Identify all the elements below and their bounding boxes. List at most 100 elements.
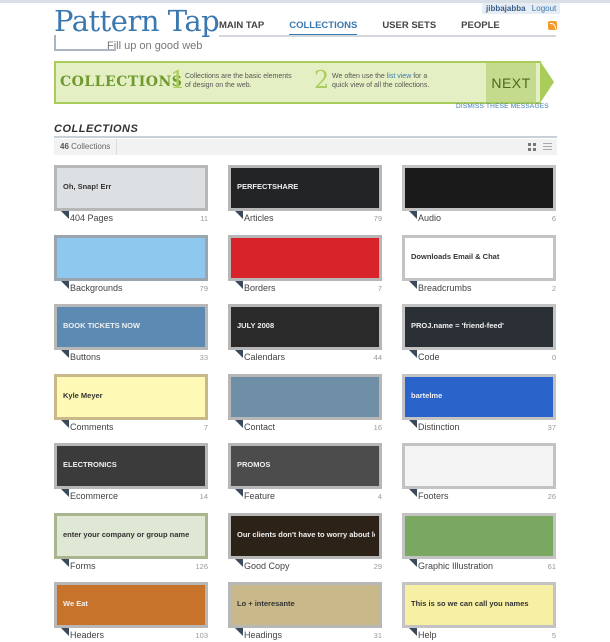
list-view-icon[interactable] <box>543 143 552 151</box>
collection-tile[interactable]: Footers 26 <box>402 443 556 503</box>
collection-thumbnail[interactable]: Our clients don't have to worry about le… <box>228 512 382 559</box>
collection-tile[interactable]: Kyle Meyer Comments 7 <box>54 373 208 434</box>
collection-tile[interactable]: Backgrounds 79 <box>54 234 208 295</box>
thumbnail-caption: PROJ.name = 'friend-feed' <box>411 321 504 330</box>
banner-step1-text: Collections are the basic elements of de… <box>185 73 292 89</box>
collection-thumbnail[interactable]: Lo + interesante <box>228 582 382 628</box>
collection-count-badge: 33 <box>199 353 208 362</box>
collection-count-badge: 4 <box>377 492 382 501</box>
collection-name[interactable]: Feature <box>244 491 275 501</box>
collection-name[interactable]: Headers <box>70 630 104 640</box>
collection-tile[interactable]: Downloads Email & Chat Breadcrumbs 2 <box>402 234 556 295</box>
collection-tile[interactable]: PERFECTSHARE Articles 79 <box>228 165 382 225</box>
collection-thumbnail[interactable]: bartelme <box>402 373 556 420</box>
thumbnail-caption: Lo + interesante <box>237 599 295 608</box>
collection-name[interactable]: 404 Pages <box>70 213 113 223</box>
collection-name[interactable]: Calendars <box>244 352 285 362</box>
logout-link[interactable]: Logout <box>532 4 556 13</box>
tile-flag-icon <box>409 628 417 636</box>
rss-icon[interactable] <box>548 21 557 30</box>
collection-name[interactable]: Distinction <box>418 422 460 432</box>
collection-name[interactable]: Ecommerce <box>70 491 118 501</box>
thumbnail-caption: Oh, Snap! Err <box>63 182 112 191</box>
collection-tile[interactable]: Borders 7 <box>228 234 382 295</box>
nav-user-sets[interactable]: USER SETS <box>382 20 436 36</box>
collection-name[interactable]: Code <box>418 352 440 362</box>
collection-name[interactable]: Borders <box>244 283 276 293</box>
collection-thumbnail[interactable] <box>54 234 208 281</box>
collection-tile[interactable]: Graphic Illustration 61 <box>402 512 556 573</box>
collection-tile[interactable]: enter your company or group name Forms 126 <box>54 512 208 573</box>
collection-tile[interactable]: Contact 16 <box>228 373 382 434</box>
tile-flag-icon <box>235 628 243 636</box>
collection-thumbnail[interactable] <box>228 234 382 281</box>
tile-flag-icon <box>61 558 69 567</box>
thumbnail-caption: We Eat <box>63 599 88 608</box>
collection-name[interactable]: Graphic Illustration <box>418 561 493 571</box>
collection-count-badge: 7 <box>377 283 382 293</box>
tile-flag-icon <box>235 419 243 428</box>
collection-name[interactable]: Headings <box>244 630 282 640</box>
collection-tile[interactable]: This is so we can call you names Help 5 <box>402 582 556 642</box>
nav-main-tap[interactable]: MAIN TAP <box>219 20 264 36</box>
collection-name[interactable]: Help <box>418 630 437 640</box>
collection-name[interactable]: Backgrounds <box>70 283 123 293</box>
collection-tile[interactable]: Audio 6 <box>402 165 556 225</box>
collection-thumbnail[interactable]: PERFECTSHARE <box>228 165 382 211</box>
grid-view-icon[interactable] <box>528 143 536 151</box>
collection-name[interactable]: Comments <box>70 422 114 432</box>
collection-thumbnail[interactable] <box>402 512 556 559</box>
tile-flag-icon <box>235 350 243 358</box>
collection-thumbnail[interactable]: Kyle Meyer <box>54 373 208 420</box>
banner-arrow <box>540 61 554 103</box>
collection-thumbnail[interactable]: PROMOS <box>228 443 382 489</box>
collection-thumbnail[interactable] <box>402 165 556 211</box>
collection-thumbnail[interactable]: We Eat <box>54 582 208 628</box>
collection-name[interactable]: Contact <box>244 422 275 432</box>
collection-tile[interactable]: BOOK TICKETS NOW Buttons 33 <box>54 304 208 364</box>
thumbnail-caption: Downloads Email & Chat <box>411 251 500 261</box>
collection-tile[interactable]: We Eat Headers 103 <box>54 582 208 642</box>
collection-tile[interactable]: Lo + interesante Headings 31 <box>228 582 382 642</box>
site-logo[interactable]: Pattern Tap <box>54 4 220 38</box>
collection-thumbnail[interactable] <box>402 443 556 489</box>
collection-name[interactable]: Footers <box>418 491 449 501</box>
collection-count-badge: 26 <box>547 492 556 501</box>
tile-flag-icon <box>409 350 417 358</box>
collection-thumbnail[interactable]: JULY 2008 <box>228 304 382 350</box>
collection-tile[interactable]: Our clients don't have to worry about le… <box>228 512 382 573</box>
collection-name[interactable]: Forms <box>70 561 96 571</box>
collection-count-badge: 29 <box>373 561 382 571</box>
collection-thumbnail[interactable]: enter your company or group name <box>54 512 208 559</box>
collection-name[interactable]: Good Copy <box>244 561 290 571</box>
collection-count-badge: 7 <box>203 422 208 432</box>
collection-thumbnail[interactable]: This is so we can call you names <box>402 582 556 628</box>
collection-name[interactable]: Breadcrumbs <box>418 283 472 293</box>
nav-people[interactable]: PEOPLE <box>461 20 500 36</box>
dismiss-messages-link[interactable]: DISMISS THESE MESSAGES <box>456 103 549 110</box>
collection-thumbnail[interactable]: Downloads Email & Chat <box>402 234 556 281</box>
collection-thumbnail[interactable]: BOOK TICKETS NOW <box>54 304 208 350</box>
collection-thumbnail[interactable]: Oh, Snap! Err <box>54 165 208 211</box>
thumbnail-caption: bartelme <box>411 390 443 400</box>
collection-tile[interactable]: PROJ.name = 'friend-feed' Code 0 <box>402 304 556 364</box>
collection-name[interactable]: Articles <box>244 213 274 223</box>
collection-tile[interactable]: Oh, Snap! Err 404 Pages 11 <box>54 165 208 225</box>
collection-tile[interactable]: PROMOS Feature 4 <box>228 443 382 503</box>
collection-tile[interactable]: bartelme Distinction 37 <box>402 373 556 434</box>
list-view-link[interactable]: list view <box>387 73 412 80</box>
collection-thumbnail[interactable] <box>228 373 382 420</box>
section-heading: COLLECTIONS <box>54 123 139 135</box>
collection-name[interactable]: Audio <box>418 213 441 223</box>
nav-collections[interactable]: COLLECTIONS <box>289 20 358 36</box>
collection-tile[interactable]: JULY 2008 Calendars 44 <box>228 304 382 364</box>
banner-step2-text: We often use the list view for a quick v… <box>332 73 430 89</box>
collection-thumbnail[interactable]: ELECTRONICS <box>54 443 208 489</box>
collection-tile[interactable]: ELECTRONICS Ecommerce 14 <box>54 443 208 503</box>
thumbnail-caption: Kyle Meyer <box>63 390 103 400</box>
collection-count-badge: 79 <box>199 283 208 293</box>
collection-thumbnail[interactable]: PROJ.name = 'friend-feed' <box>402 304 556 350</box>
user-name-link[interactable]: jibbajabba <box>486 4 526 13</box>
next-button[interactable]: NEXT <box>486 63 536 102</box>
collection-name[interactable]: Buttons <box>70 352 101 362</box>
